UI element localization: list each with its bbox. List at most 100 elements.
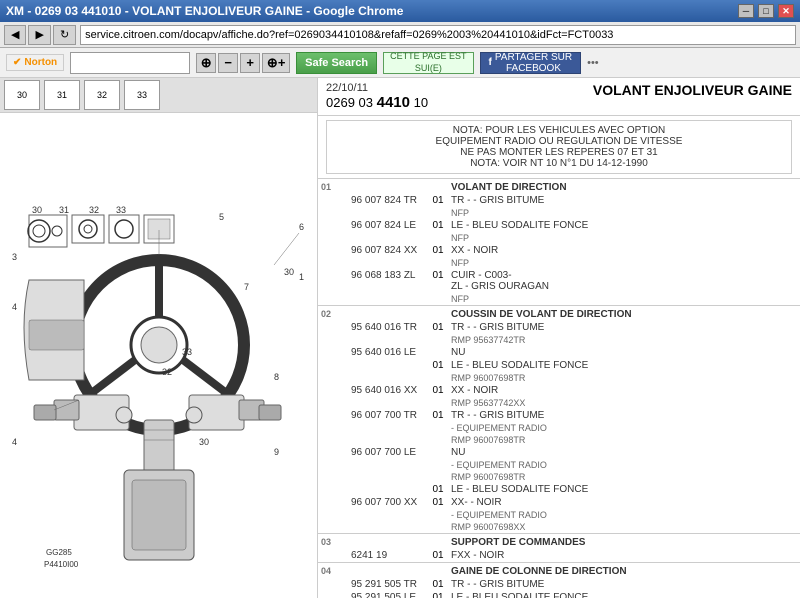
svg-text:GG285: GG285: [46, 548, 72, 557]
diagram-image: 30 31 32 33 3 4 4 2 6 1 8 9 30 30 31 32 …: [0, 113, 317, 597]
ref-suffix: 10: [414, 95, 428, 110]
svg-text:1: 1: [299, 272, 304, 282]
section-02-title: COUSSIN DE VOLANT DE DIRECTION: [448, 306, 800, 322]
table-row: 96 007 824 LE 01 LE - BLEU SODALITE FONC…: [318, 219, 800, 232]
table-row-nfp: NFP: [318, 232, 800, 244]
search-input[interactable]: [70, 52, 190, 74]
nota-box: NOTA: POUR LES VEHICULES AVEC OPTION EQU…: [326, 120, 792, 174]
svg-text:33: 33: [116, 205, 126, 215]
parts-header: 22/10/11 0269 03 4410 10 VOLANT ENJOLIVE…: [318, 78, 800, 116]
table-row-nfp: RMP 96007698TR: [318, 471, 800, 483]
table-row-nfp: - EQUIPEMENT RADIO: [318, 422, 800, 434]
thumb-32[interactable]: 32: [84, 80, 120, 110]
section-01-title: VOLANT DE DIRECTION: [448, 179, 800, 195]
facebook-label: PARTAGER SURFACEBOOK: [495, 52, 572, 74]
main-content: 30 31 32 33 30 31 32 33 3 4 4 2: [0, 78, 800, 598]
section-01-qty: [428, 179, 448, 195]
svg-text:4: 4: [12, 302, 17, 312]
page-est-suivie-label: CETTE PAGE ESTSUI(E): [390, 51, 466, 74]
svg-text:30: 30: [199, 437, 209, 447]
table-row: 95 291 505 TR 01 TR - - GRIS BITUME: [318, 578, 800, 591]
table-row-nfp: NFP: [318, 257, 800, 269]
table-row-nfp: - EQUIPEMENT RADIO: [318, 509, 800, 521]
back-button[interactable]: ◀: [4, 25, 26, 45]
section-01-num: 01: [318, 179, 348, 195]
toolbar: ✔ Norton ⊕ − + ⊕+ Safe Search CETTE PAGE…: [0, 48, 800, 78]
norton-label: Norton: [24, 57, 57, 68]
table-row: 96 007 824 TR 01 TR - - GRIS BITUME: [318, 194, 800, 207]
zoom-plus-button[interactable]: +: [240, 53, 260, 73]
address-bar: ◀ ▶ ↻: [0, 22, 800, 48]
section-03-header: 03 SUPPORT DE COMMANDES: [318, 534, 800, 550]
table-row-nfp: RMP 95637742XX: [318, 397, 800, 409]
table-row-nfp: RMP 96007698TR: [318, 434, 800, 446]
thumb-31[interactable]: 31: [44, 80, 80, 110]
zoom-cursor-button[interactable]: ⊕: [196, 53, 216, 73]
nota-line-1: NOTA: POUR LES VEHICULES AVEC OPTION: [331, 125, 787, 136]
svg-text:30: 30: [284, 267, 294, 277]
zoom-extra-button[interactable]: ⊕+: [262, 53, 290, 73]
refresh-button[interactable]: ↻: [53, 25, 76, 45]
parts-panel[interactable]: 22/10/11 0269 03 4410 10 VOLANT ENJOLIVE…: [318, 78, 800, 598]
table-row: 01 LE - BLEU SODALITE FONCE: [318, 359, 800, 372]
facebook-share-button[interactable]: f PARTAGER SURFACEBOOK: [480, 52, 582, 74]
part-title: VOLANT ENJOLIVEUR GAINE: [593, 82, 792, 98]
maximize-button[interactable]: □: [758, 4, 774, 18]
table-row: 6241 19 01 FXX - NOIR: [318, 549, 800, 563]
svg-text:4: 4: [12, 437, 17, 447]
section-04-title: GAINE DE COLONNE DE DIRECTION: [448, 563, 800, 579]
table-row: 96 007 700 LE NU: [318, 446, 800, 459]
svg-text:5: 5: [219, 212, 224, 222]
zoom-minus-button[interactable]: −: [218, 53, 238, 73]
safe-search-button[interactable]: Safe Search: [296, 52, 377, 74]
svg-text:7: 7: [244, 282, 249, 292]
norton-logo: ✔ Norton: [6, 54, 64, 71]
table-row: 95 640 016 TR 01 TR - - GRIS BITUME: [318, 321, 800, 334]
minimize-button[interactable]: ─: [738, 4, 754, 18]
table-row: 95 640 016 XX 01 XX - NOIR: [318, 384, 800, 397]
section-04-header: 04 GAINE DE COLONNE DE DIRECTION: [318, 563, 800, 579]
section-04-num: 04: [318, 563, 348, 579]
date-label: 22/10/11: [326, 82, 428, 94]
section-03-title: SUPPORT DE COMMANDES: [448, 534, 800, 550]
nota-line-4: NOTA: VOIR NT 10 N°1 DU 14-12-1990: [331, 158, 787, 169]
parts-table: 01 VOLANT DE DIRECTION 96 007 824 TR 01 …: [318, 178, 800, 598]
svg-text:9: 9: [274, 447, 279, 457]
table-row: 96 068 183 ZL 01 CUIR - C003-ZL - GRIS O…: [318, 269, 800, 293]
svg-text:6: 6: [299, 222, 304, 232]
close-button[interactable]: ✕: [778, 4, 794, 18]
table-row-nfp: RMP 96007698TR: [318, 372, 800, 384]
ref-bold: 4410: [377, 94, 410, 111]
table-row: 96 007 700 TR 01 TR - - GRIS BITUME: [318, 409, 800, 422]
address-input[interactable]: [80, 25, 796, 45]
nota-line-3: NE PAS MONTER LES REPERES 07 ET 31: [331, 147, 787, 158]
norton-check-icon: ✔: [13, 57, 21, 68]
table-row: 96 007 824 XX 01 XX - NOIR: [318, 244, 800, 257]
parts-diagram: 30 31 32 33 3 4 4 2 6 1 8 9 30 30 31 32 …: [4, 125, 314, 585]
section-02-num: 02: [318, 306, 348, 322]
section-03-num: 03: [318, 534, 348, 550]
zoom-bar: ⊕ − + ⊕+: [196, 53, 290, 73]
svg-text:32: 32: [89, 205, 99, 215]
thumb-33[interactable]: 33: [124, 80, 160, 110]
svg-text:30: 30: [32, 205, 42, 215]
nav-buttons: ◀ ▶ ↻: [4, 25, 76, 45]
window-controls: ─ □ ✕: [738, 4, 794, 18]
title-bar: XM - 0269 03 441010 - VOLANT ENJOLIVEUR …: [0, 0, 800, 22]
forward-button[interactable]: ▶: [28, 25, 50, 45]
svg-text:31: 31: [59, 205, 69, 215]
nota-line-2: EQUIPEMENT RADIO OU REGULATION DE VITESS…: [331, 136, 787, 147]
toolbar-dots: •••: [587, 57, 599, 69]
table-row: 96 007 700 XX 01 XX- - NOIR: [318, 496, 800, 509]
diagram-header: 30 31 32 33: [0, 78, 317, 113]
diagram-panel: 30 31 32 33 30 31 32 33 3 4 4 2: [0, 78, 318, 598]
section-01-header: 01 VOLANT DE DIRECTION: [318, 179, 800, 195]
thumb-30[interactable]: 30: [4, 80, 40, 110]
table-row-nfp: RMP 95637742TR: [318, 334, 800, 346]
section-01-ref: [348, 179, 428, 195]
facebook-icon: f: [489, 57, 492, 68]
ref-prefix: 0269 03: [326, 95, 373, 110]
ref-number-label: 0269 03 4410 10: [326, 94, 428, 111]
table-row-nfp: RMP 96007698XX: [318, 521, 800, 534]
section-02-header: 02 COUSSIN DE VOLANT DE DIRECTION: [318, 306, 800, 322]
